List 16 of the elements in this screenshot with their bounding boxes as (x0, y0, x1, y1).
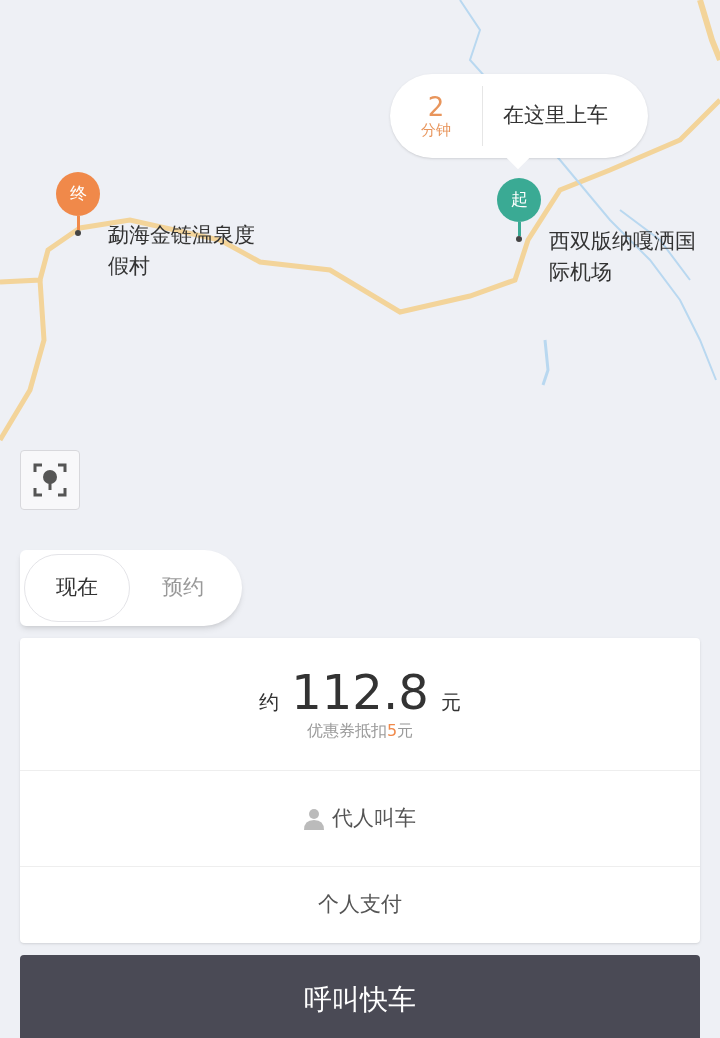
locate-icon (33, 463, 67, 497)
place-label: 西双版纳嘎洒国际机场 (549, 228, 697, 286)
option-row[interactable]: 个人支付 (20, 867, 700, 943)
fare-unit: 元 (440, 689, 461, 716)
fare-amount: 112.8 (291, 665, 429, 719)
pickup-label: 在这里上车 (503, 102, 608, 130)
call-button[interactable]: 呼叫快车 (20, 955, 700, 1038)
fare-prefix: 约 (259, 689, 280, 716)
person-icon (304, 807, 324, 830)
locate-button[interactable] (20, 450, 80, 510)
coupon-text: 优惠券抵扣5元 (306, 720, 414, 742)
place-label: 勐海金链温泉度假村 (108, 222, 256, 280)
eta-minutes: 2 (427, 93, 445, 121)
option-row[interactable]: 代人叫车 (20, 771, 700, 867)
time-tab[interactable]: 现在 (24, 554, 130, 622)
eta-unit: 分钟 (421, 121, 451, 139)
